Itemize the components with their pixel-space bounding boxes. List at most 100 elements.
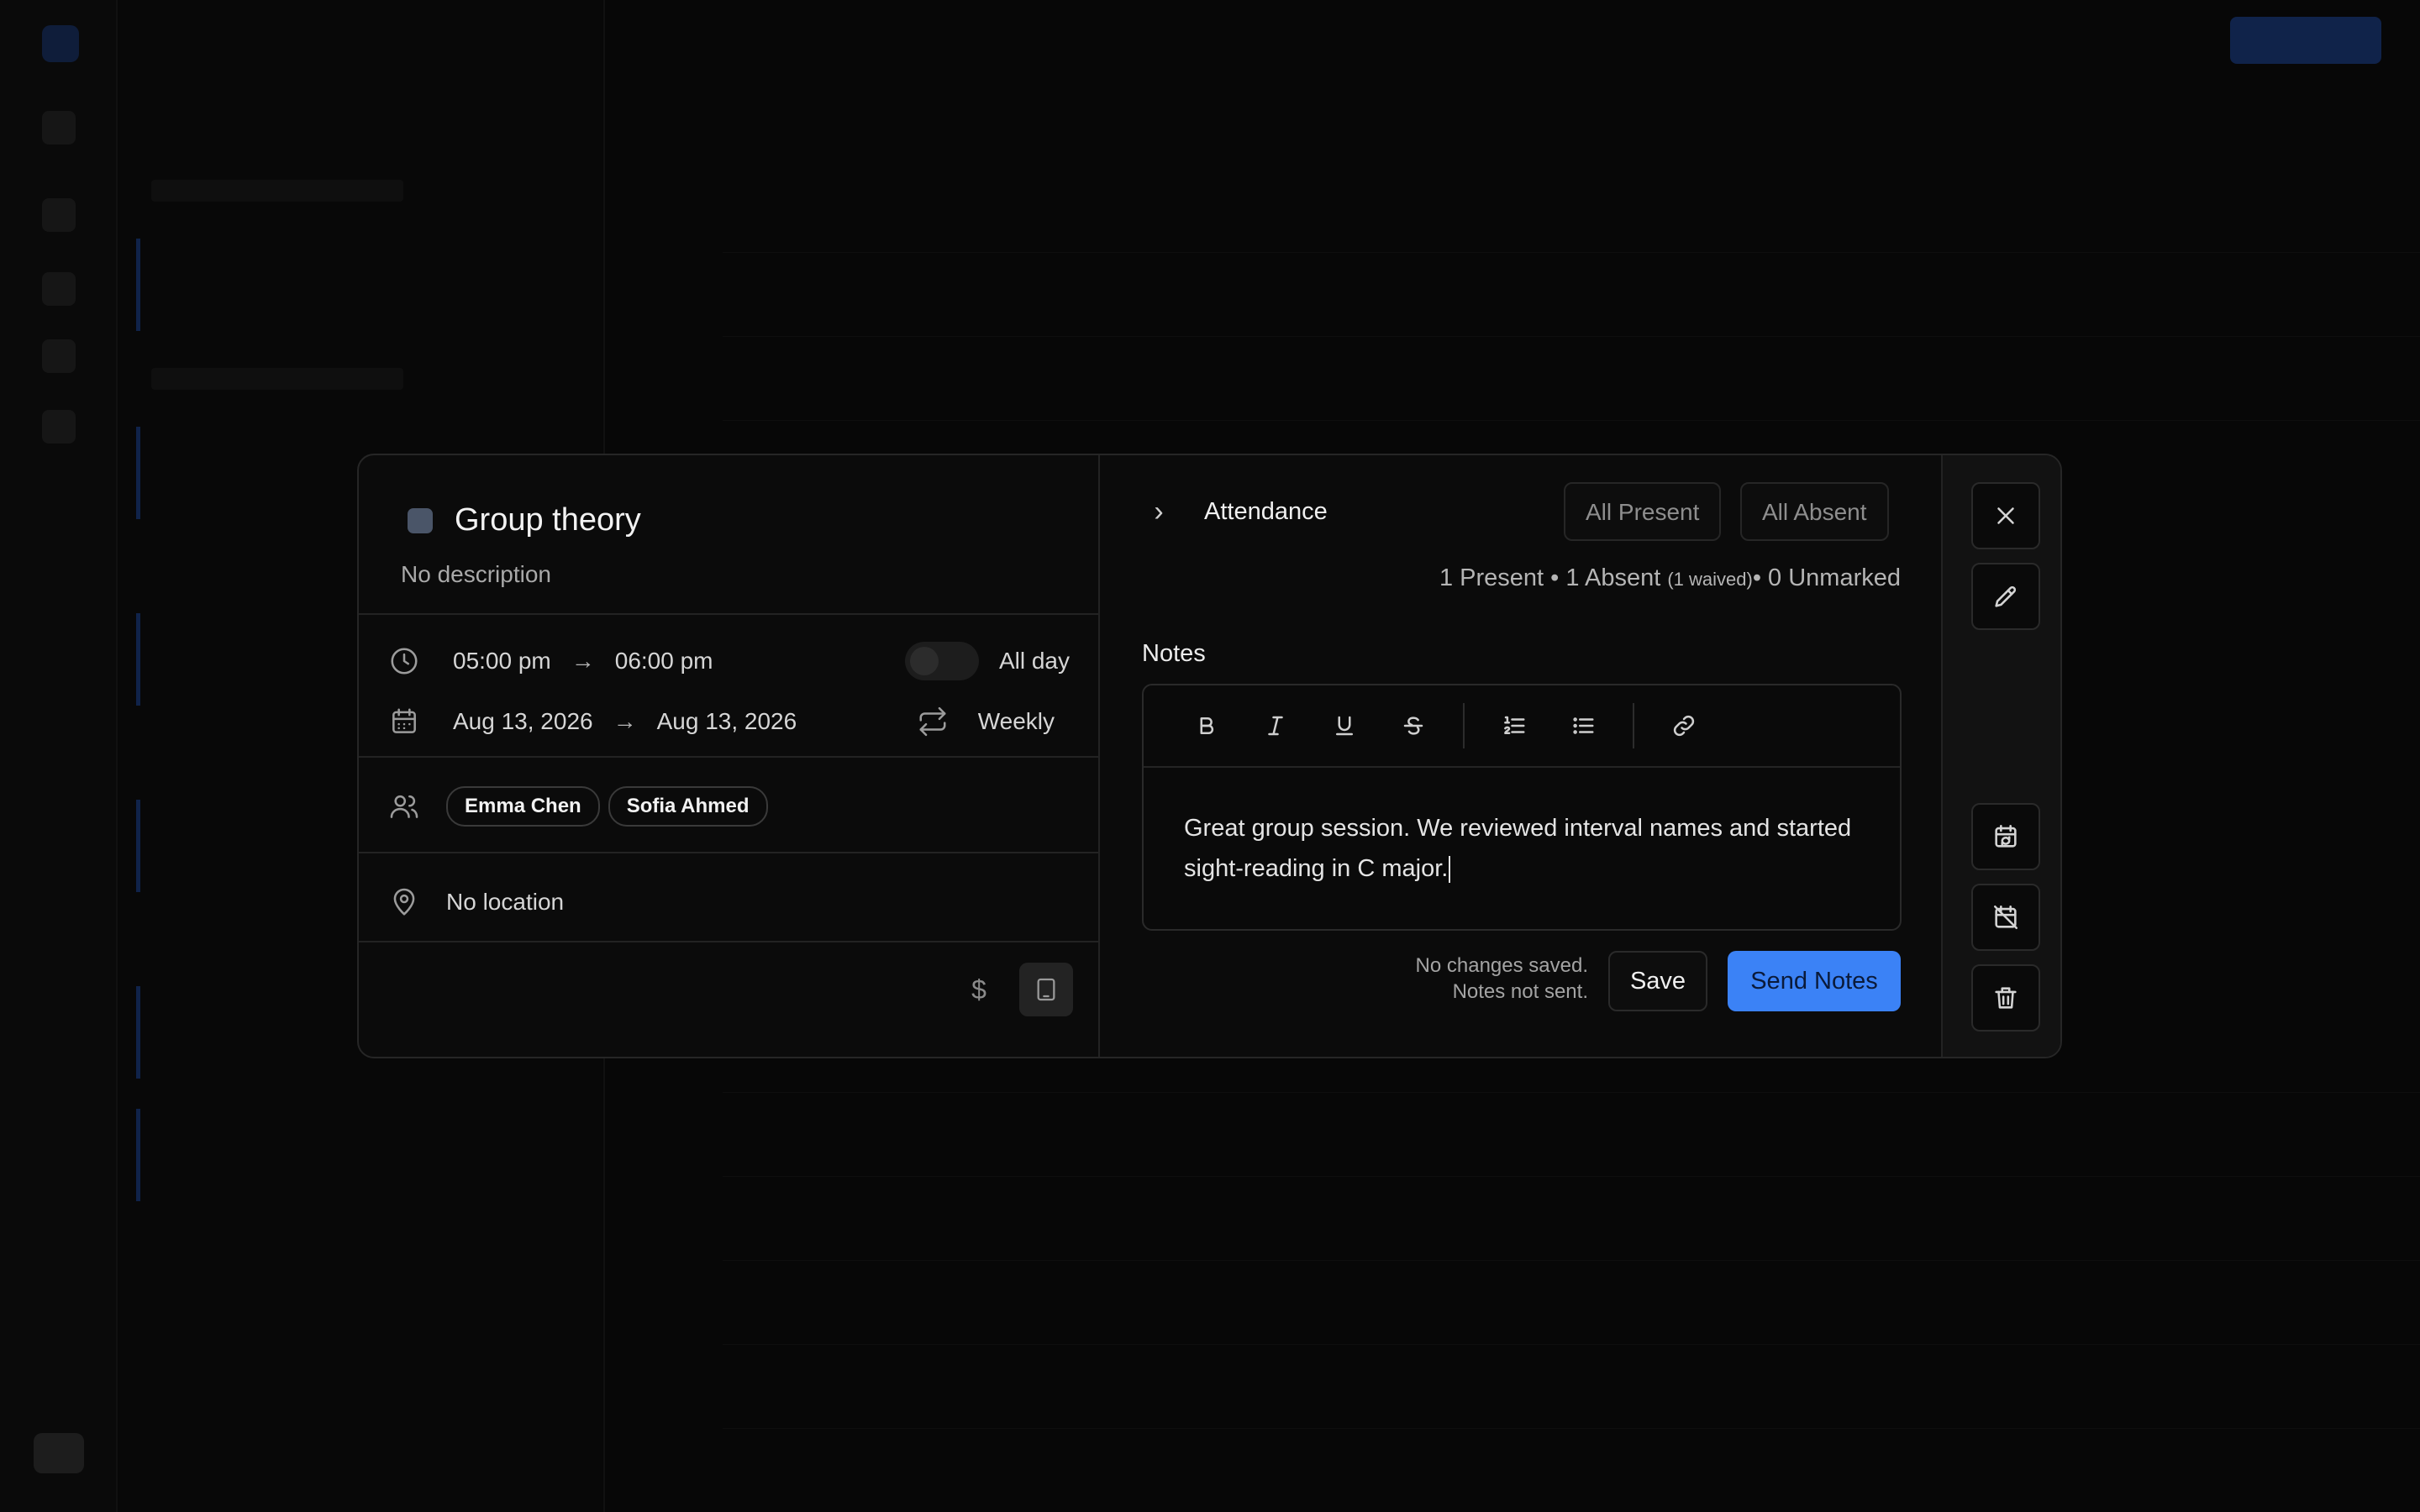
location-field[interactable]: No location — [438, 882, 572, 922]
grid-line — [723, 336, 2420, 337]
grid-line — [723, 252, 2420, 253]
rail-icon — [42, 111, 76, 144]
text-caret — [1449, 856, 1451, 884]
all-day-label: All day — [998, 648, 1070, 674]
edit-button[interactable] — [1971, 563, 2040, 630]
notes-label: Notes — [1142, 640, 1206, 667]
send-status: Notes not sent. — [1452, 980, 1588, 1003]
grid-line — [723, 1428, 2420, 1429]
all-day-toggle[interactable] — [904, 642, 979, 680]
present-count: 1 Present — [1439, 564, 1544, 591]
rail-icon — [42, 410, 76, 444]
attendance-notes-panel: › Attendance All Present All Absent 1 Pr… — [1100, 455, 1943, 1057]
all-absent-button[interactable]: All Absent — [1740, 482, 1889, 541]
bullet: • — [1752, 564, 1761, 591]
app-logo — [42, 25, 79, 62]
divider — [359, 941, 1098, 942]
bullet-list-icon[interactable] — [1549, 701, 1618, 751]
underline-icon[interactable] — [1310, 701, 1379, 751]
app-rail — [0, 0, 118, 1512]
attendee-chip[interactable]: Emma Chen — [446, 786, 600, 827]
notes-editor[interactable]: Great group session. We reviewed interva… — [1142, 684, 1902, 931]
bold-icon[interactable] — [1172, 701, 1241, 751]
calendar-off-icon — [1993, 905, 2018, 930]
ordered-list-icon[interactable] — [1480, 701, 1549, 751]
rail-icon — [42, 198, 76, 232]
rail-icon — [42, 272, 76, 306]
notes-status: No changes saved. Notes not sent. — [1416, 953, 1588, 1005]
notes-content: Great group session. We reviewed interva… — [1184, 815, 1852, 882]
recurrence-select[interactable]: Weekly — [970, 701, 1063, 742]
time-row: 05:00 pm → 06:00 pm All day — [387, 635, 1070, 687]
rail-icon — [42, 339, 76, 373]
list-item — [136, 1109, 556, 1201]
event-details-panel: Group theory No description 05:00 pm → 0… — [359, 455, 1100, 1057]
date-row: Aug 13, 2026 → Aug 13, 2026 Weekly — [387, 696, 1070, 748]
arrow-right-icon: → — [613, 708, 637, 734]
delete-button[interactable] — [1971, 964, 2040, 1032]
end-time[interactable]: 06:00 pm — [607, 641, 722, 681]
absent-count: 1 Absent — [1565, 564, 1661, 591]
divider — [359, 852, 1098, 853]
modal-action-rail — [1943, 455, 2060, 1057]
all-present-button[interactable]: All Present — [1564, 482, 1722, 541]
sidebar-group — [151, 368, 403, 390]
list-item — [136, 239, 556, 331]
strikethrough-icon[interactable] — [1379, 701, 1448, 751]
grid-line — [723, 1344, 2420, 1345]
event-color-swatch[interactable] — [408, 507, 433, 533]
grid-line — [723, 1260, 2420, 1261]
arrow-right-icon: → — [571, 648, 595, 674]
reschedule-button[interactable] — [1971, 803, 2040, 870]
event-title[interactable]: Group theory — [455, 502, 641, 538]
divider — [359, 613, 1098, 615]
save-status: No changes saved. — [1415, 954, 1588, 977]
link-icon[interactable] — [1649, 701, 1718, 751]
notes-text-area[interactable]: Great group session. We reviewed interva… — [1144, 768, 1900, 929]
calendar-sync-icon — [1995, 824, 2017, 848]
waived-count: (1 waived) — [1667, 569, 1753, 590]
map-pin-icon — [387, 885, 421, 919]
dollar-icon[interactable]: $ — [952, 963, 1006, 1016]
start-time[interactable]: 05:00 pm — [445, 641, 560, 681]
chevron-right-icon[interactable]: › — [1142, 496, 1176, 528]
start-date[interactable]: Aug 13, 2026 — [445, 701, 602, 742]
attendee-chips: Emma Chen Sofia Ahmed — [446, 786, 776, 827]
event-description[interactable]: No description — [401, 561, 551, 588]
event-title-row: Group theory — [408, 502, 641, 538]
editor-toolbar — [1144, 685, 1900, 768]
end-date[interactable]: Aug 13, 2026 — [649, 701, 806, 742]
grid-line — [723, 420, 2420, 421]
calendar-topbar — [605, 0, 2420, 84]
location-row: No location — [387, 870, 1070, 934]
unmarked-count: 0 Unmarked — [1768, 564, 1901, 591]
clock-icon — [387, 644, 421, 678]
bullet: • — [1550, 564, 1560, 591]
save-button[interactable]: Save — [1608, 951, 1707, 1011]
toolbar-divider — [1633, 703, 1634, 748]
tablet-icon[interactable] — [1019, 963, 1073, 1016]
attendee-chip[interactable]: Sofia Ahmed — [608, 786, 768, 827]
new-event-button — [2230, 17, 2381, 64]
divider — [359, 756, 1098, 758]
sidebar-group — [151, 180, 403, 202]
pencil-icon — [1995, 585, 2017, 607]
grid-line — [723, 1176, 2420, 1177]
close-icon — [1997, 507, 2014, 524]
attendees-row: Emma Chen Sofia Ahmed — [387, 774, 1070, 838]
toolbar-divider — [1463, 703, 1465, 748]
italic-icon[interactable] — [1241, 701, 1310, 751]
user-avatar — [34, 1433, 84, 1473]
attendance-title[interactable]: Attendance — [1204, 498, 1328, 526]
close-button[interactable] — [1971, 482, 2040, 549]
attendance-summary: 1 Present • 1 Absent (1 waived)• 0 Unmar… — [1439, 564, 1901, 592]
send-notes-button[interactable]: Send Notes — [1728, 951, 1901, 1011]
calendar-icon — [387, 705, 421, 738]
attendance-header: › Attendance — [1142, 496, 1328, 528]
repeat-icon — [916, 705, 950, 738]
event-detail-modal: Group theory No description 05:00 pm → 0… — [357, 454, 2062, 1058]
cancel-event-button[interactable] — [1971, 884, 2040, 951]
grid-line — [723, 1092, 2420, 1093]
users-icon — [387, 790, 421, 823]
trash-icon — [1995, 987, 2017, 1009]
